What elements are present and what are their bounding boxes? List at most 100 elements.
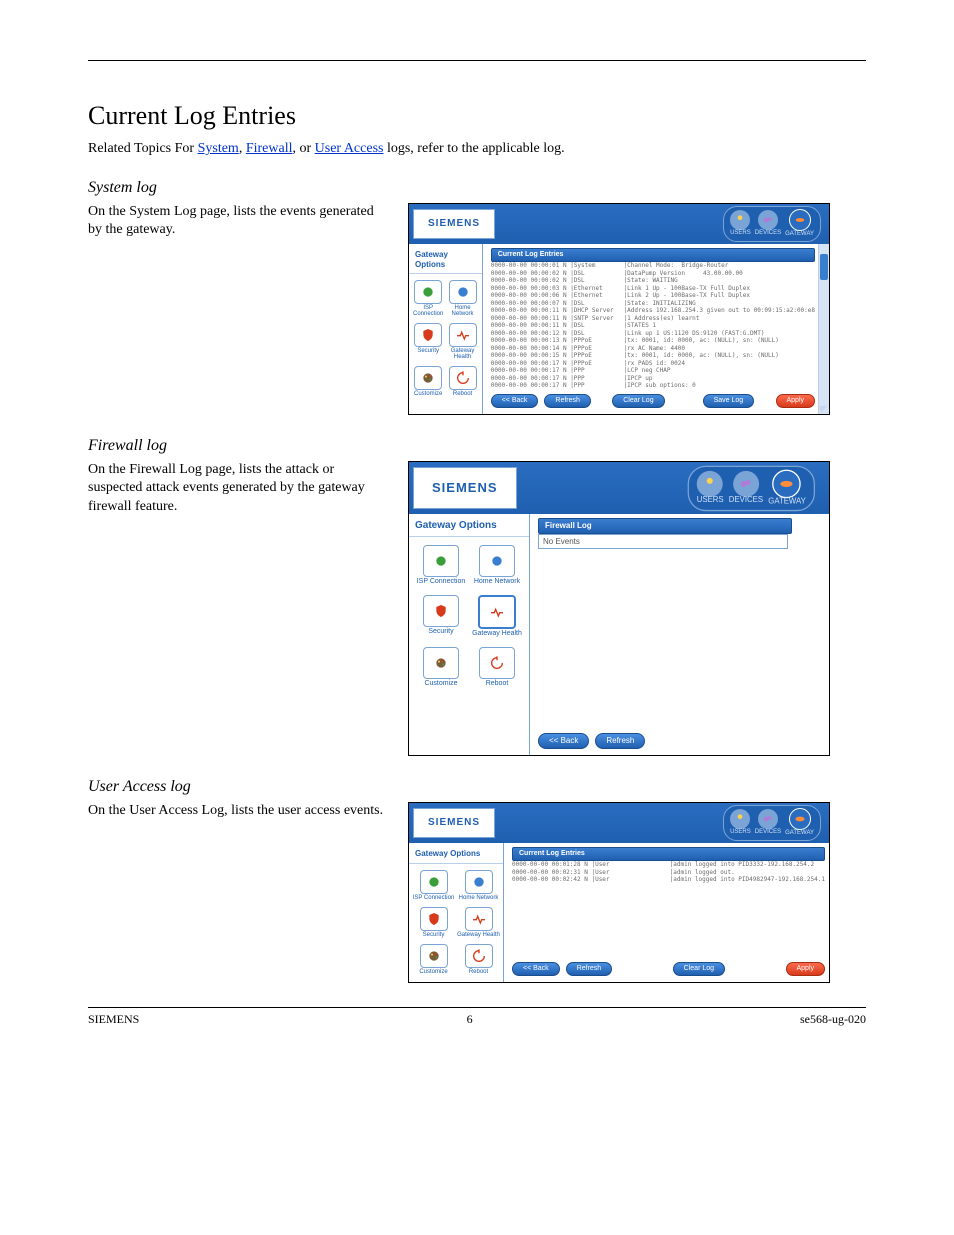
scroll-down-icon[interactable] (817, 406, 827, 412)
tab-devices[interactable]: DEVICES (755, 210, 781, 237)
brand-logo: SIEMENS (413, 467, 517, 509)
save-log-button[interactable]: Save Log (703, 394, 755, 408)
sidebar-label: Reboot (486, 680, 509, 687)
tab-users-label: USERS (730, 230, 751, 237)
sep: , (239, 141, 246, 156)
tab-devices-label: DEVICES (755, 829, 781, 836)
sidebar-item-security[interactable]: Security (411, 905, 456, 940)
sidebar-item-customize[interactable]: Customize (411, 364, 445, 399)
refresh-button[interactable]: Refresh (566, 962, 613, 976)
sep2: , or (292, 141, 314, 156)
sidebar-label: Gateway Health (472, 630, 522, 637)
log-col-left: 0000-00-00 00:01:28 N |User 0000-00-00 0… (512, 861, 660, 884)
sidebar-title: Gateway Options (409, 843, 503, 864)
back-button[interactable]: << Back (538, 733, 589, 749)
apply-button[interactable]: Apply (776, 394, 816, 408)
back-button[interactable]: << Back (491, 394, 539, 408)
rule-top (88, 60, 866, 61)
sidebar-item-security[interactable]: Security (411, 321, 445, 362)
screenshot-user-log: SIEMENS USERS DEVICES GATEWAY Gateway Op… (408, 802, 830, 983)
tab-users[interactable]: USERS (697, 471, 724, 506)
sidebar-item-health[interactable]: Gateway Health (469, 593, 525, 639)
footer-left: SIEMENS (88, 1012, 139, 1027)
tab-devices-label: DEVICES (755, 230, 781, 237)
section-firewall-body: On the Firewall Log page, lists the atta… (88, 461, 388, 516)
tab-gateway[interactable]: GATEWAY (785, 209, 814, 238)
link-firewall[interactable]: Firewall (246, 141, 293, 156)
tab-gateway[interactable]: GATEWAY (785, 808, 814, 837)
tab-users[interactable]: USERS (730, 809, 751, 836)
section-firewall-title: Firewall log (88, 437, 866, 455)
footer-page: 6 (467, 1012, 473, 1027)
refresh-button[interactable]: Refresh (595, 733, 645, 749)
log-col-right: |admin logged into PID3332-192.168.254.2… (670, 861, 825, 884)
apply-button[interactable]: Apply (786, 962, 826, 976)
tail: logs, refer to the applicable log. (383, 141, 564, 156)
sidebar-label: Security (423, 932, 445, 938)
sidebar-item-reboot[interactable]: Reboot (445, 364, 479, 399)
sidebar-item-reboot[interactable]: Reboot (456, 942, 501, 977)
tab-gateway-label: GATEWAY (785, 830, 814, 837)
screenshot-firewall-log: SIEMENS USERS DEVICES GATEWAY Gateway Op… (408, 461, 830, 756)
scrollbar[interactable] (818, 244, 829, 414)
sidebar-label: Home Network (445, 305, 479, 317)
back-button[interactable]: << Back (512, 962, 560, 976)
link-system[interactable]: System (198, 141, 239, 156)
sidebar-item-isp[interactable]: ISP Connection (411, 868, 456, 903)
tab-devices[interactable]: DEVICES (729, 471, 763, 506)
nav-pills: USERS DEVICES GATEWAY (688, 465, 815, 511)
sidebar-item-security[interactable]: Security (413, 593, 469, 639)
clear-log-button[interactable]: Clear Log (612, 394, 664, 408)
sidebar-item-isp[interactable]: ISP Connection (413, 543, 469, 587)
sidebar-item-home[interactable]: Home Network (445, 278, 479, 319)
sidebar-label: ISP Connection (413, 895, 455, 901)
sidebar-label: Security (417, 348, 439, 354)
sidebar-item-isp[interactable]: ISP Connection (411, 278, 445, 319)
sidebar-item-reboot[interactable]: Reboot (469, 645, 525, 689)
sidebar-item-health[interactable]: Gateway Health (456, 905, 501, 940)
sidebar-label: Reboot (453, 391, 472, 397)
footer-right: se568-ug-020 (800, 1012, 866, 1027)
nav-pills: USERS DEVICES GATEWAY (723, 206, 821, 241)
sidebar-label: Reboot (469, 969, 488, 975)
scroll-thumb[interactable] (820, 254, 828, 280)
footer: SIEMENS 6 se568-ug-020 (88, 1012, 866, 1027)
sidebar-item-customize[interactable]: Customize (411, 942, 456, 977)
log-empty: No Events (538, 534, 788, 550)
tab-users[interactable]: USERS (730, 210, 751, 237)
page-title: Current Log Entries (88, 101, 866, 131)
refresh-button[interactable]: Refresh (544, 394, 591, 408)
sidebar-item-health[interactable]: Gateway Health (445, 321, 479, 362)
links-label: Related Topics For (88, 141, 194, 156)
link-user-access[interactable]: User Access (315, 141, 384, 156)
log-col-left: 0000-00-00 00:00:01 N |System 0000-00-00… (491, 262, 614, 390)
sidebar-label: ISP Connection (411, 305, 445, 317)
tab-users-label: USERS (730, 829, 751, 836)
sidebar: Gateway Options ISP Connection Home Netw… (409, 514, 530, 755)
section-system-title: System log (88, 179, 866, 197)
sidebar-title: Gateway Options (409, 514, 529, 537)
sidebar-item-customize[interactable]: Customize (413, 645, 469, 689)
button-row: << Back Refresh Clear Log Save Log Apply (491, 394, 815, 408)
sidebar-label: Home Network (474, 578, 520, 585)
sidebar-item-home[interactable]: Home Network (456, 868, 501, 903)
sidebar-title: Gateway Options (409, 244, 482, 274)
titlebar: SIEMENS USERS DEVICES GATEWAY (409, 803, 829, 843)
button-row: << Back Refresh Clear Log Apply (512, 962, 825, 976)
tab-gateway[interactable]: GATEWAY (768, 469, 806, 507)
tab-gateway-label: GATEWAY (785, 231, 814, 238)
log-header: Firewall Log (538, 518, 792, 534)
sidebar-label: Gateway Health (457, 932, 500, 938)
sidebar-label: Customize (414, 391, 442, 397)
tab-gateway-label: GATEWAY (768, 498, 806, 507)
tab-users-label: USERS (697, 497, 724, 506)
titlebar: SIEMENS USERS DEVICES GATEWAY (409, 462, 829, 514)
tab-devices[interactable]: DEVICES (755, 809, 781, 836)
sidebar: Gateway Options ISP Connection Home Netw… (409, 244, 483, 414)
clear-log-button[interactable]: Clear Log (673, 962, 725, 976)
sidebar-item-home[interactable]: Home Network (469, 543, 525, 587)
section-system-body: On the System Log page, lists the events… (88, 203, 388, 239)
sidebar-label: Customize (419, 969, 447, 975)
rule-bottom (88, 1007, 866, 1008)
brand-logo: SIEMENS (413, 209, 495, 239)
